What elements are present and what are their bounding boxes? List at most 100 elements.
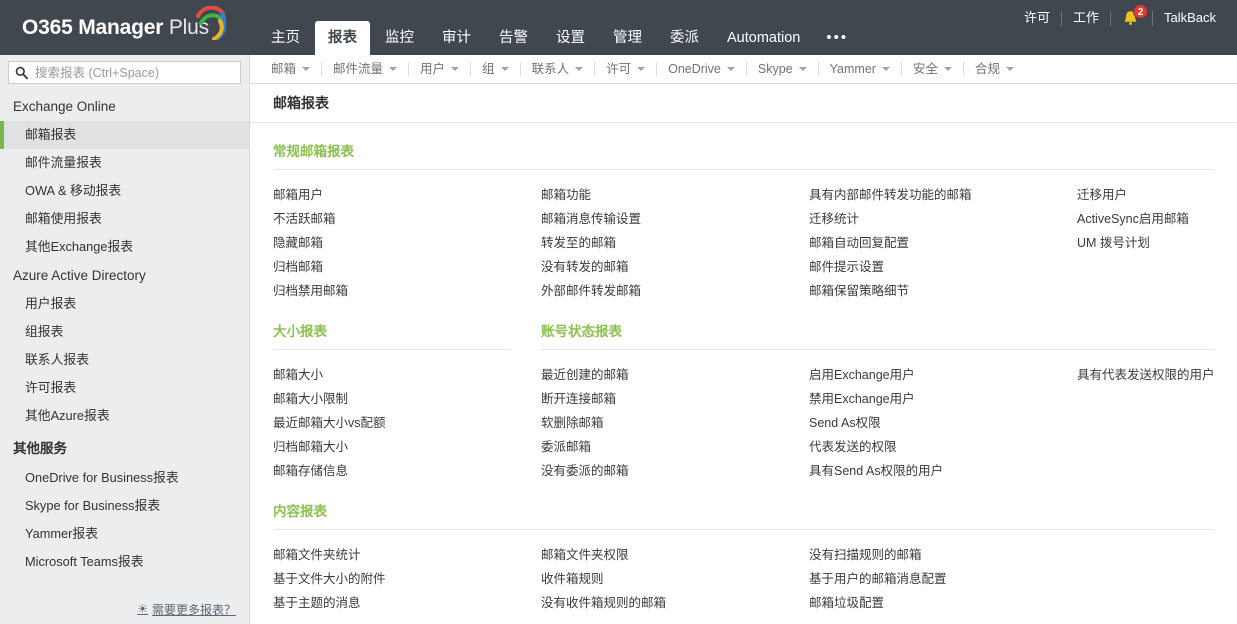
- report-link-archived-mailboxes[interactable]: 归档邮箱: [273, 255, 541, 279]
- report-link-mailbox-storage-info[interactable]: 邮箱存储信息: [273, 459, 541, 483]
- chevron-down-icon: [1005, 67, 1014, 71]
- report-link-non-forwarding-mailboxes[interactable]: 没有转发的邮箱: [541, 255, 809, 279]
- sidebar-item-yammer-reports[interactable]: Yammer报表: [0, 520, 249, 548]
- report-link-inbox-rules[interactable]: 收件箱规则: [541, 567, 809, 591]
- report-link-exchange-disabled-users[interactable]: 禁用Exchange用户: [809, 387, 1077, 411]
- sidebar-item-teams-reports[interactable]: Microsoft Teams报表: [0, 548, 249, 576]
- report-link-mailbox-users[interactable]: 邮箱用户: [273, 183, 541, 207]
- chevron-down-icon: [943, 67, 952, 71]
- section-columns: 邮箱大小 邮箱大小限制 最近邮箱大小vs配额 归档邮箱大小 邮箱存储信息 最近创…: [273, 363, 1237, 483]
- report-link-recently-created-mailboxes[interactable]: 最近创建的邮箱: [541, 363, 809, 387]
- report-link-folder-statistics[interactable]: 邮箱文件夹统计: [273, 543, 541, 567]
- report-link-migration-statistics[interactable]: 迁移统计: [809, 207, 1077, 231]
- nav-item-automation[interactable]: Automation: [714, 21, 813, 55]
- report-link-send-as-permission[interactable]: Send As权限: [809, 411, 1077, 435]
- sidebar-item-group-reports[interactable]: 组报表: [0, 318, 249, 346]
- report-link-recent-size-vs-quota[interactable]: 最近邮箱大小vs配额: [273, 411, 541, 435]
- report-link-disconnected-mailboxes[interactable]: 断开连接邮箱: [541, 387, 809, 411]
- report-link-soft-deleted-mailboxes[interactable]: 软删除邮箱: [541, 411, 809, 435]
- report-link-mailboxes-without-sweep-rules[interactable]: 没有扫描规则的邮箱: [809, 543, 1077, 567]
- nav-item-delegation[interactable]: 委派: [657, 21, 712, 55]
- sidebar-item-other-azure-reports[interactable]: 其他Azure报表: [0, 402, 249, 430]
- page-title: 邮箱报表: [250, 84, 1237, 123]
- report-link-external-forwarding-mailboxes[interactable]: 外部邮件转发邮箱: [541, 279, 809, 303]
- need-more-reports-label: 需要更多报表？: [151, 602, 236, 617]
- notification-bell-button[interactable]: 2: [1111, 3, 1152, 27]
- report-link-internal-forwarding-mailboxes[interactable]: 具有内部邮件转发功能的邮箱: [809, 183, 1077, 207]
- lightbulb-icon: ☀: [137, 602, 148, 616]
- report-link-archive-mailbox-size[interactable]: 归档邮箱大小: [273, 435, 541, 459]
- sidebar-item-mailbox-reports[interactable]: 邮箱报表: [0, 121, 249, 149]
- report-link-users-with-send-on-behalf[interactable]: 具有代表发送权限的用户: [1077, 363, 1229, 387]
- report-link-migration-users[interactable]: 迁移用户: [1077, 183, 1229, 207]
- talkback-link[interactable]: TalkBack: [1153, 10, 1227, 26]
- report-link-message-delivery-settings[interactable]: 邮箱消息传输设置: [541, 207, 809, 231]
- report-link-um-dial-plans[interactable]: UM 拨号计划: [1077, 231, 1229, 255]
- subnav-mailbox[interactable]: 邮箱: [260, 55, 321, 84]
- subnav-security[interactable]: 安全: [902, 55, 963, 84]
- report-link-archive-disabled-mailboxes[interactable]: 归档禁用邮箱: [273, 279, 541, 303]
- subnav-users[interactable]: 用户: [409, 55, 470, 84]
- report-link-activesync-enabled-mailboxes[interactable]: ActiveSync启用邮箱: [1077, 207, 1229, 231]
- subnav-yammer-label: Yammer: [829, 61, 876, 76]
- nav-item-more-icon[interactable]: •••: [815, 21, 859, 55]
- report-link-exchange-enabled-users[interactable]: 启用Exchange用户: [809, 363, 1077, 387]
- sidebar-item-skype-reports[interactable]: Skype for Business报表: [0, 492, 249, 520]
- subnav-contacts[interactable]: 联系人: [521, 55, 595, 84]
- sidebar-search-wrapper: [0, 55, 249, 88]
- app-logo[interactable]: O365 Manager Plus: [0, 0, 250, 55]
- report-link-inactive-mailboxes[interactable]: 不活跃邮箱: [273, 207, 541, 231]
- report-link-mailboxes-without-inbox-rules[interactable]: 没有收件箱规则的邮箱: [541, 591, 809, 615]
- need-more-reports-link[interactable]: ☀ 需要更多报表？: [137, 601, 236, 618]
- sidebar-item-onedrive-reports[interactable]: OneDrive for Business报表: [0, 464, 249, 492]
- report-link-mailbox-features[interactable]: 邮箱功能: [541, 183, 809, 207]
- report-link-mailbox-size[interactable]: 邮箱大小: [273, 363, 541, 387]
- report-section-content: 内容报表 邮箱文件夹统计 基于文件大小的附件 基于主题的消息 邮箱文件夹权限 收…: [273, 483, 1237, 615]
- subnav-yammer[interactable]: Yammer: [819, 55, 901, 84]
- sidebar-item-mailbox-usage-reports[interactable]: 邮箱使用报表: [0, 205, 249, 233]
- search-input[interactable]: [33, 64, 240, 81]
- report-link-retention-policy-details[interactable]: 邮箱保留策略细节: [809, 279, 1077, 303]
- subnav-groups[interactable]: 组: [471, 55, 520, 84]
- sidebar-item-license-reports[interactable]: 许可报表: [0, 374, 249, 402]
- report-link-message-config-by-user[interactable]: 基于用户的邮箱消息配置: [809, 567, 1077, 591]
- sidebar-item-contact-reports[interactable]: 联系人报表: [0, 346, 249, 374]
- report-link-auto-reply-configuration[interactable]: 邮箱自动回复配置: [809, 231, 1077, 255]
- report-link-folder-permissions[interactable]: 邮箱文件夹权限: [541, 543, 809, 567]
- report-link-forwarding-mailboxes[interactable]: 转发至的邮箱: [541, 231, 809, 255]
- chevron-down-icon: [500, 67, 509, 71]
- report-link-non-delegated-mailboxes[interactable]: 没有委派的邮箱: [541, 459, 809, 483]
- nav-item-management[interactable]: 管理: [600, 21, 655, 55]
- subnav-license[interactable]: 许可: [595, 55, 656, 84]
- report-column: 具有内部邮件转发功能的邮箱 迁移统计 邮箱自动回复配置 邮件提示设置 邮箱保留策…: [809, 183, 1077, 303]
- subnav-skype[interactable]: Skype: [747, 55, 818, 84]
- report-link-users-with-send-as[interactable]: 具有Send As权限的用户: [809, 459, 1077, 483]
- sidebar-item-other-exchange-reports[interactable]: 其他Exchange报表: [0, 233, 249, 261]
- nav-item-monitoring[interactable]: 监控: [372, 21, 427, 55]
- report-link-send-on-behalf-permission[interactable]: 代表发送的权限: [809, 435, 1077, 459]
- sidebar-item-owa-mobile-reports[interactable]: OWA & 移动报表: [0, 177, 249, 205]
- report-link-mailbox-size-limit[interactable]: 邮箱大小限制: [273, 387, 541, 411]
- license-link[interactable]: 许可: [1013, 10, 1061, 26]
- nav-item-audit[interactable]: 审计: [429, 21, 484, 55]
- report-link-delegated-mailboxes[interactable]: 委派邮箱: [541, 435, 809, 459]
- subnav-mailtraffic[interactable]: 邮件流量: [322, 55, 408, 84]
- nav-item-reports[interactable]: 报表: [315, 21, 370, 55]
- report-link-hidden-mailboxes[interactable]: 隐藏邮箱: [273, 231, 541, 255]
- subnav-onedrive[interactable]: OneDrive: [657, 55, 746, 84]
- report-link-attachments-by-size[interactable]: 基于文件大小的附件: [273, 567, 541, 591]
- section-header-row: 大小报表 账号状态报表: [273, 320, 1237, 363]
- subnav-onedrive-label: OneDrive: [668, 61, 721, 76]
- nav-item-home[interactable]: 主页: [258, 21, 313, 55]
- search-box[interactable]: [8, 61, 241, 84]
- sidebar-item-mailtraffic-reports[interactable]: 邮件流量报表: [0, 149, 249, 177]
- report-link-mailtips-settings[interactable]: 邮件提示设置: [809, 255, 1077, 279]
- sidebar-item-user-reports[interactable]: 用户报表: [0, 290, 249, 318]
- nav-item-alerts[interactable]: 告警: [486, 21, 541, 55]
- subnav-mailtraffic-label: 邮件流量: [333, 61, 384, 76]
- subnav-compliance[interactable]: 合规: [964, 55, 1025, 84]
- report-link-messages-by-subject[interactable]: 基于主题的消息: [273, 591, 541, 615]
- nav-item-settings[interactable]: 设置: [543, 21, 598, 55]
- report-link-mailbox-junk-configuration[interactable]: 邮箱垃圾配置: [809, 591, 1077, 615]
- jobs-link[interactable]: 工作: [1062, 10, 1110, 26]
